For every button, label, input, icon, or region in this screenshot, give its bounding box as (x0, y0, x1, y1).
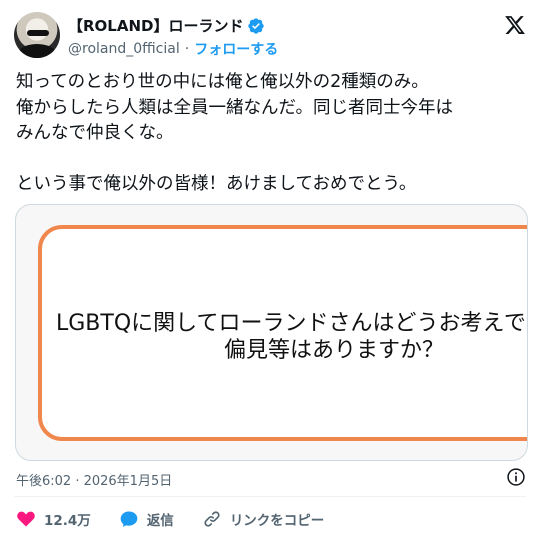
x-logo-icon[interactable] (504, 14, 526, 36)
author-handle[interactable]: @roland_0fficial (68, 41, 180, 57)
reply-label: 返信 (146, 513, 174, 529)
tweet-text: 知ってのとおり世の中には俺と俺以外の2種類のみ。 俺からしたら人類は全員一緒なん… (16, 70, 526, 198)
verified-badge-icon (248, 17, 265, 34)
tweet-line: 俺からしたら人類は全員一緒なんだ。同じ者同士今年は (16, 97, 453, 118)
tweet-line: みんなで仲良くな。 (16, 123, 174, 143)
info-icon[interactable] (506, 467, 526, 487)
author-handle-row: @roland_0fficial · フォローする (68, 39, 278, 59)
question-text-line2: 偏見等はありますか？ (224, 338, 445, 363)
avatar[interactable] (14, 12, 60, 58)
avatar-glasses (27, 30, 49, 36)
heart-icon (17, 511, 35, 527)
like-count: 12.4万 (44, 513, 91, 529)
tweet-header: 【ROLAND】ローランド @roland_0fficial · フォローする (14, 12, 526, 62)
separator-dot: · (184, 41, 190, 57)
reply-button[interactable]: 返信 (119, 509, 174, 529)
copy-link-button[interactable]: リンクをコピー (202, 509, 325, 529)
tweet-line: 知ってのとおり世の中には俺と俺以外の2種類のみ。 (16, 72, 429, 92)
author-display-name[interactable]: 【ROLAND】ローランド (68, 15, 243, 36)
author-name-row: 【ROLAND】ローランド (68, 15, 265, 36)
reply-bubble-icon (120, 511, 138, 527)
tweet-actions: 12.4万 返信 リンクをコピー (16, 508, 352, 530)
tweet-line: という事で俺以外の皆様！あけましておめでとう。 (16, 174, 417, 194)
copy-link-label: リンクをコピー (229, 513, 325, 529)
like-button[interactable]: 12.4万 (16, 509, 91, 529)
avatar-coat (18, 44, 56, 58)
divider (14, 496, 526, 497)
tweet-media-image[interactable]: LGBTQに関してローランドさんはどうお考えで 偏見等はありますか？ (15, 204, 528, 461)
tweet-timestamp[interactable]: 午後6:02 · 2026年1月5日 (16, 470, 172, 489)
link-icon (204, 511, 220, 527)
follow-button[interactable]: フォローする (194, 39, 278, 59)
